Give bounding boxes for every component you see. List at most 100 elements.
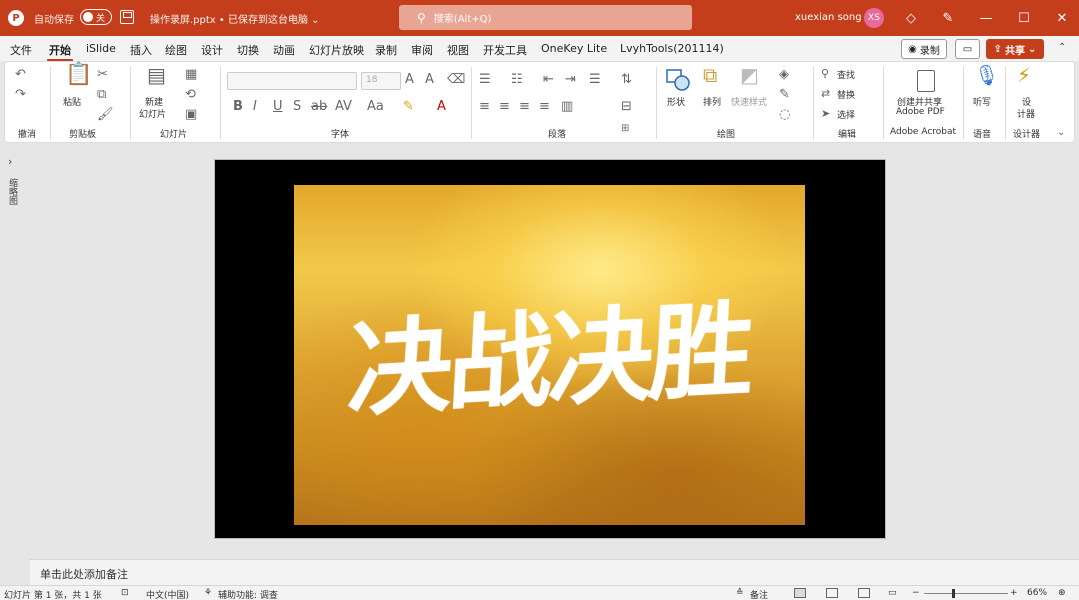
adobe-pdf-label[interactable]: Adobe PDF <box>896 107 945 117</box>
layout-icon[interactable]: ▦ <box>185 68 197 82</box>
autosave-toggle[interactable]: 关 <box>80 9 112 25</box>
shrink-font-icon[interactable]: A <box>425 73 434 87</box>
record-button[interactable]: ◉ 录制 <box>901 39 947 59</box>
designer-icon[interactable]: ⚡ <box>1017 65 1031 85</box>
accessibility-status[interactable]: 辅助功能: 调查 <box>218 588 278 600</box>
diamond-icon[interactable]: ◇ <box>901 8 921 28</box>
maximize-icon[interactable]: ☐ <box>1014 8 1034 28</box>
dictate-label[interactable]: 听写 <box>973 95 991 108</box>
grow-font-icon[interactable]: A <box>405 73 414 87</box>
ribbon-expand-icon[interactable]: ⌄ <box>1057 126 1065 140</box>
zoom-slider[interactable] <box>924 593 1008 594</box>
slideshow-icon[interactable]: ▭ <box>888 588 897 598</box>
minimize-icon[interactable]: — <box>976 8 996 28</box>
replace-icon[interactable]: ⇄ <box>821 87 830 101</box>
columns-icon[interactable]: ▥ <box>561 100 573 114</box>
font-family-select[interactable] <box>227 72 357 90</box>
zoom-out-icon[interactable]: − <box>912 588 920 598</box>
fit-to-window-icon[interactable]: ⊕ <box>1058 588 1066 598</box>
tab-design[interactable]: 设计 <box>201 42 223 58</box>
new-slide-label-2[interactable]: 幻灯片 <box>139 107 166 120</box>
search-box[interactable]: ⚲ 搜索(Alt+Q) <box>399 5 692 30</box>
align-right-icon[interactable]: ≡ <box>519 100 530 114</box>
slide-canvas[interactable]: 决战决胜 <box>215 160 885 538</box>
shapes-icon[interactable] <box>665 68 691 92</box>
paste-label[interactable]: 粘贴 <box>63 95 81 108</box>
designer-label-2[interactable]: 计器 <box>1017 107 1035 120</box>
thumbnail-pane-label[interactable]: 缩略图 <box>6 178 19 205</box>
tab-home[interactable]: 开始 <box>47 42 73 62</box>
undo-icon[interactable]: ↶ <box>15 68 26 82</box>
char-spacing-icon[interactable]: AV <box>335 100 352 114</box>
tab-onekey-lite[interactable]: OneKey Lite <box>541 42 607 55</box>
shape-effects-icon[interactable]: ◌ <box>779 108 790 122</box>
chevron-right-icon[interactable]: › <box>8 155 12 168</box>
tab-draw[interactable]: 绘图 <box>165 42 187 58</box>
strikethrough-icon[interactable]: ab <box>311 100 327 114</box>
text-direction-icon[interactable]: ⇅ <box>621 73 632 87</box>
accessibility-icon[interactable]: ⚘ <box>204 588 212 598</box>
normal-view-icon[interactable] <box>794 588 806 598</box>
tab-islide[interactable]: iSlide <box>86 42 116 55</box>
bold-icon[interactable]: B <box>233 100 243 114</box>
save-icon[interactable] <box>120 10 134 24</box>
tab-lvyhtools[interactable]: LvyhTools(201114) <box>620 42 724 55</box>
find-icon[interactable]: ⚲ <box>821 67 829 81</box>
tab-insert[interactable]: 插入 <box>130 42 152 58</box>
pen-icon[interactable]: ✎ <box>938 8 958 28</box>
reset-icon[interactable]: ⟲ <box>185 88 196 102</box>
tab-review[interactable]: 审阅 <box>411 42 433 58</box>
slide-sorter-icon[interactable] <box>826 588 838 598</box>
smartart-icon[interactable]: ⊞ <box>621 122 629 136</box>
ribbon-collapse-icon[interactable]: ⌃ <box>1058 42 1066 53</box>
tab-slideshow[interactable]: 幻灯片放映 <box>309 42 364 58</box>
redo-icon[interactable]: ↷ <box>15 88 26 102</box>
cut-icon[interactable]: ✂ <box>97 68 108 82</box>
spellcheck-icon[interactable]: ⊡ <box>121 588 129 598</box>
tab-developer[interactable]: 开发工具 <box>483 42 527 58</box>
decrease-indent-icon[interactable]: ⇤ <box>543 73 554 87</box>
justify-icon[interactable]: ≡ <box>539 100 550 114</box>
bullets-icon[interactable]: ☰ <box>479 73 491 87</box>
avatar[interactable]: XS <box>864 8 884 28</box>
gold-texture-image[interactable]: 决战决胜 <box>294 185 805 525</box>
align-text-icon[interactable]: ⊟ <box>621 100 632 114</box>
tab-record[interactable]: 录制 <box>375 42 397 58</box>
numbering-icon[interactable]: ☷ <box>511 73 523 87</box>
create-pdf-icon[interactable] <box>917 70 935 92</box>
user-name[interactable]: xuexian song <box>795 12 862 23</box>
reading-view-icon[interactable] <box>858 588 870 598</box>
tab-animations[interactable]: 动画 <box>273 42 295 58</box>
zoom-in-icon[interactable]: + <box>1010 588 1018 598</box>
document-title[interactable]: 操作录屏.pptx • 已保存到这台电脑 ⌄ <box>150 11 320 26</box>
microphone-icon[interactable]: 🎙 <box>974 65 999 85</box>
highlight-icon[interactable]: ✎ <box>403 100 414 114</box>
arrange-label[interactable]: 排列 <box>703 95 721 108</box>
format-painter-icon[interactable]: 🖌 <box>97 108 114 122</box>
paste-icon[interactable]: 📋 <box>65 64 92 86</box>
quick-styles-icon[interactable]: ◩ <box>740 65 759 85</box>
italic-icon[interactable]: I <box>253 100 257 114</box>
underline-icon[interactable]: U <box>273 100 283 114</box>
shape-outline-icon[interactable]: ✎ <box>779 88 790 102</box>
notes-button[interactable]: 备注 <box>750 588 768 600</box>
share-button[interactable]: ⇪ 共享 ⌄ <box>986 39 1044 59</box>
shape-fill-icon[interactable]: ◈ <box>779 68 789 82</box>
increase-indent-icon[interactable]: ⇥ <box>565 73 576 87</box>
notes-pane[interactable]: 单击此处添加备注 <box>30 559 1079 585</box>
close-icon[interactable]: ✕ <box>1052 8 1072 28</box>
slide-title-text[interactable]: 决战决胜 <box>289 262 810 440</box>
tab-file[interactable]: 文件 <box>10 42 32 58</box>
align-left-icon[interactable]: ≡ <box>479 100 490 114</box>
quick-styles-label[interactable]: 快速样式 <box>731 95 767 108</box>
new-slide-icon[interactable]: ▤ <box>147 65 166 85</box>
arrange-icon[interactable]: ⧉ <box>703 65 717 85</box>
align-center-icon[interactable]: ≡ <box>499 100 510 114</box>
zoom-slider-thumb[interactable] <box>952 589 955 598</box>
zoom-level[interactable]: 66% <box>1027 588 1047 598</box>
find-label[interactable]: 查找 <box>837 68 855 81</box>
font-size-select[interactable]: 18 <box>361 72 401 90</box>
replace-label[interactable]: 替换 <box>837 88 855 101</box>
comment-button[interactable]: ▭ <box>955 39 980 59</box>
clear-format-icon[interactable]: ⌫ <box>447 73 465 87</box>
